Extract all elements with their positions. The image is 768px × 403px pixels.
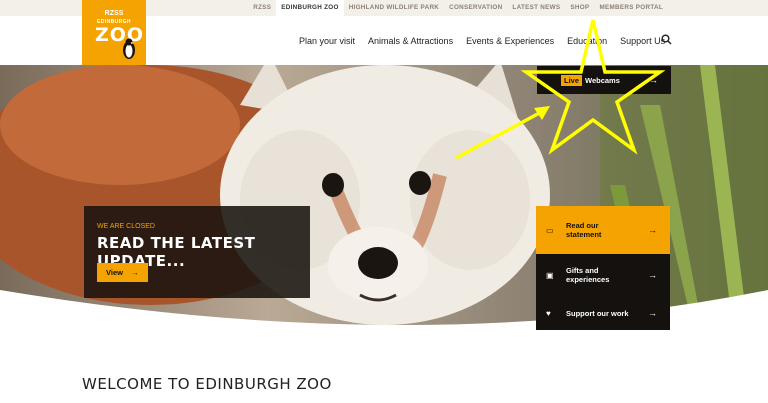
welcome-heading: WELCOME TO EDINBURGH ZOO: [82, 375, 332, 393]
utility-link-latest-news[interactable]: LATEST NEWS: [507, 0, 565, 16]
live-webcams-button[interactable]: Live Webcams →: [537, 66, 671, 94]
view-button[interactable]: View →: [97, 263, 148, 282]
nav-support-us[interactable]: Support Us: [620, 36, 665, 46]
search-icon[interactable]: [661, 34, 672, 45]
live-badge: Live: [561, 74, 583, 86]
utility-link-highland-wildlife-park[interactable]: HIGHLAND WILDLIFE PARK: [344, 0, 444, 16]
utility-link-rzss[interactable]: RZSS: [248, 0, 276, 16]
nav-plan-your-visit[interactable]: Plan your visit: [299, 36, 355, 46]
arrow-right-icon: →: [649, 75, 658, 85]
utility-nav: RZSS EDINBURGH ZOO HIGHLAND WILDLIFE PAR…: [248, 0, 668, 16]
logo-zoo: ZOO: [95, 24, 145, 46]
arrow-right-icon: →: [648, 270, 657, 280]
nav-events-experiences[interactable]: Events & Experiences: [466, 36, 554, 46]
utility-link-members-portal[interactable]: MEMBERS PORTAL: [594, 0, 668, 16]
gifts-experiences-label: Gifts and experiences: [566, 266, 610, 284]
gifts-experiences-card[interactable]: ▣ Gifts and experiences →: [536, 254, 670, 296]
utility-link-edinburgh-zoo[interactable]: EDINBURGH ZOO: [276, 0, 344, 16]
main-nav: Plan your visit Animals & Attractions Ev…: [299, 36, 678, 46]
page: RZSS EDINBURGH ZOO HIGHLAND WILDLIFE PAR…: [0, 0, 768, 403]
live-webcams-label: Webcams: [585, 75, 620, 85]
arrow-right-icon: →: [648, 308, 657, 318]
nav-education[interactable]: Education: [567, 36, 607, 46]
nav-animals-attractions[interactable]: Animals & Attractions: [368, 36, 453, 46]
zoo-logo[interactable]: RZSS EDINBURGH ZOO: [82, 0, 146, 65]
utility-link-shop[interactable]: SHOP: [565, 0, 594, 16]
arrow-right-icon: →: [648, 225, 657, 235]
ticket-icon: ▭: [546, 225, 554, 235]
logo-rzss: RZSS: [104, 10, 124, 17]
read-statement-label: Read our statement: [566, 221, 602, 239]
closed-notice: WE ARE CLOSED READ THE LATEST UPDATE... …: [84, 206, 310, 298]
heart-icon: ♥: [546, 308, 551, 318]
support-work-card[interactable]: ♥ Support our work →: [536, 296, 670, 330]
support-work-label: Support our work: [566, 308, 629, 318]
utility-link-conservation[interactable]: CONSERVATION: [444, 0, 507, 16]
view-button-label: View: [106, 268, 123, 277]
closed-kicker: WE ARE CLOSED: [97, 223, 155, 230]
read-statement-card[interactable]: ▭ Read our statement →: [536, 206, 670, 254]
penguin-icon: [123, 38, 135, 59]
arrow-right-icon: →: [131, 268, 139, 277]
gift-icon: ▣: [546, 270, 554, 280]
